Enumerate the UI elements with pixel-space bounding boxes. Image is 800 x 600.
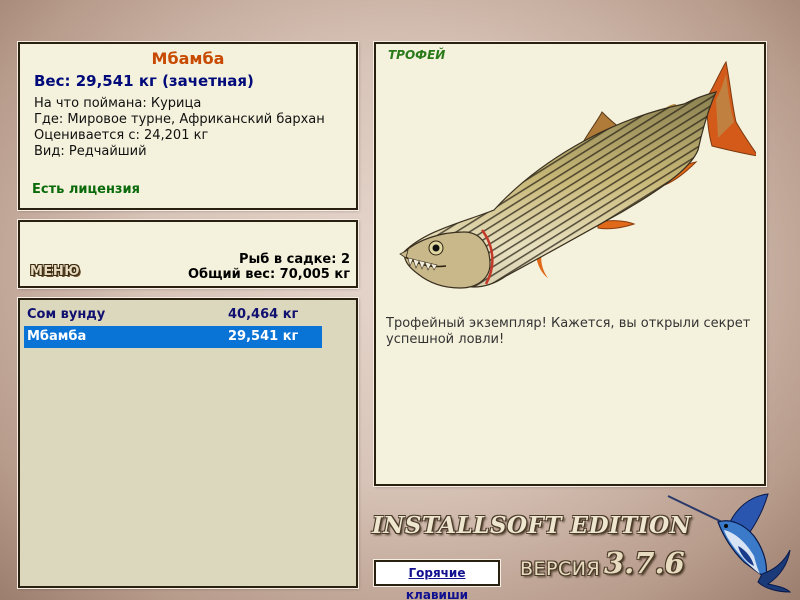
keepnet-count: Рыб в садке: 2 (238, 252, 350, 267)
trophy-message: Трофейный экземпляр! Кажется, вы открыли… (386, 316, 751, 347)
keepnet-total-weight: Общий вес: 70,005 кг (187, 267, 350, 282)
trophy-label: ТРОФЕЙ (388, 48, 446, 62)
location-info: Где: Мировое турне, Африканский бархан (34, 112, 325, 127)
version-label: ВЕРСИЯ (520, 558, 601, 580)
catch-fish-weight: 29,541 кг (228, 329, 299, 344)
fish-name: Мбамба (151, 49, 225, 68)
fish-info-panel: Мбамба Вес: 29,541 кг (зачетная) На что … (18, 42, 358, 210)
catch-fish-name: Мбамба (27, 329, 87, 344)
license-status: Есть лицензия (32, 182, 140, 197)
tigerfish-image (399, 60, 756, 289)
fish-weight: Вес: 29,541 кг (зачетная) (34, 72, 254, 90)
catch-fish-weight: 40,464 кг (228, 307, 299, 322)
marlin-logo (667, 493, 792, 593)
menu-button[interactable]: МЕНЮ (30, 264, 80, 279)
rarity-info: Вид: Редчайший (34, 144, 147, 159)
edition-title: INSTALLSOFT EDITION (372, 512, 692, 539)
valued-info: Оценивается с: 24,201 кг (34, 128, 209, 143)
trophy-panel: ТРОФЕЙ Трофейный экземпляр! Кажется, вы … (374, 42, 766, 486)
catch-list-item[interactable]: Сом вунду 40,464 кг (24, 304, 322, 326)
bait-info: На что поймана: Курица (34, 96, 202, 111)
catch-fish-name: Сом вунду (27, 307, 106, 322)
hotkeys-link[interactable]: Горячие клавиши (374, 560, 500, 600)
catch-list-panel: Сом вунду 40,464 кг Мбамба 29,541 кг (18, 298, 358, 588)
catch-list-item-selected[interactable]: Мбамба 29,541 кг (24, 326, 322, 348)
keepnet-panel: МЕНЮ Рыб в садке: 2 Общий вес: 70,005 кг (18, 220, 358, 288)
